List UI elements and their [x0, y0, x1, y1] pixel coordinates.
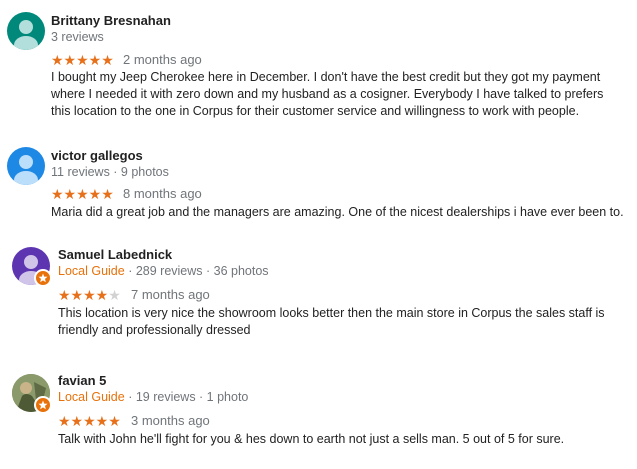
- local-guide-badge-icon: [34, 396, 52, 414]
- star-rating: ★★★★★: [58, 287, 121, 303]
- review-time: 2 months ago: [123, 52, 202, 67]
- reviewer-name[interactable]: victor gallegos: [51, 148, 143, 163]
- user-avatar[interactable]: [7, 12, 45, 50]
- star-icon: ★★★★★: [58, 413, 121, 429]
- review-time: 7 months ago: [131, 287, 210, 302]
- star-icon: ★★★★: [58, 287, 109, 303]
- review-time: 3 months ago: [131, 413, 210, 428]
- star-rating: ★★★★★: [58, 413, 121, 429]
- review-time: 8 months ago: [123, 186, 202, 201]
- local-guide-label: Local Guide: [58, 264, 125, 278]
- review-count: 3 reviews: [51, 30, 104, 44]
- review-text: Talk with John he'll fight for you & hes…: [58, 432, 565, 446]
- review-count: · 289 reviews · 36 photos: [124, 264, 269, 278]
- reviewer-meta: 3 reviews: [51, 30, 104, 44]
- user-avatar[interactable]: [7, 147, 45, 185]
- review-text: I bought my Jeep Cherokee here in Decemb…: [51, 70, 604, 118]
- star-empty-icon: ★: [108, 287, 121, 303]
- star-icon: ★★★★★: [51, 186, 114, 202]
- reviewer-name[interactable]: Samuel Labednick: [58, 247, 172, 262]
- reviewer-meta: Local Guide · 19 reviews · 1 photo: [58, 390, 248, 404]
- review-text: Maria did a great job and the managers a…: [51, 205, 624, 219]
- reviewer-meta: 11 reviews · 9 photos: [51, 165, 169, 179]
- star-icon: ★★★★★: [51, 52, 114, 68]
- review-count: · 19 reviews · 1 photo: [124, 390, 249, 404]
- reviewer-meta: Local Guide · 289 reviews · 36 photos: [58, 264, 269, 278]
- star-rating: ★★★★★: [51, 52, 114, 68]
- local-guide-badge-icon: [34, 269, 52, 287]
- reviewer-name[interactable]: favian 5: [58, 373, 106, 388]
- star-rating: ★★★★★: [51, 186, 114, 202]
- review-text: This location is very nice the showroom …: [58, 306, 605, 337]
- local-guide-label: Local Guide: [58, 390, 125, 404]
- person-icon: [14, 20, 38, 50]
- reviewer-name[interactable]: Brittany Bresnahan: [51, 13, 171, 28]
- person-icon: [14, 155, 38, 185]
- review-count: 11 reviews · 9 photos: [51, 165, 169, 179]
